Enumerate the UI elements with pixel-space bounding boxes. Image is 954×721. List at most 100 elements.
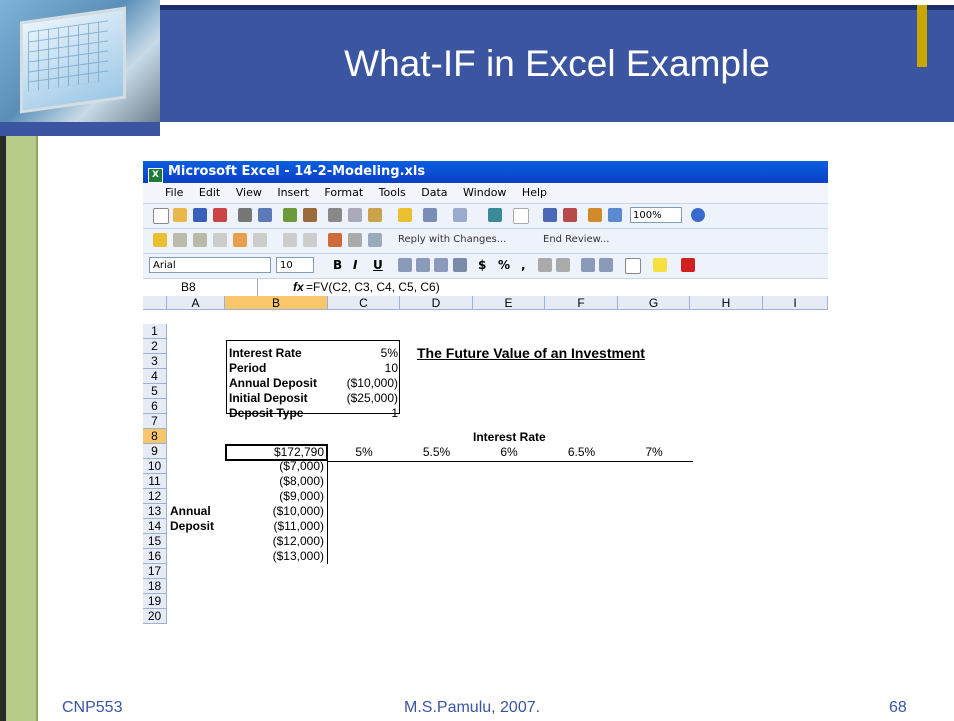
row-header[interactable]: 8 xyxy=(143,429,167,444)
comma-button[interactable]: , xyxy=(521,258,526,272)
menu-format[interactable]: Format xyxy=(324,186,363,199)
format-painter-icon[interactable] xyxy=(398,208,412,222)
param-label-annual-deposit[interactable]: Annual Deposit xyxy=(229,376,317,391)
decrease-indent-icon[interactable] xyxy=(581,258,595,272)
row-header[interactable]: 3 xyxy=(143,354,167,369)
column-header-i[interactable]: I xyxy=(763,296,828,310)
column-header-f[interactable]: F xyxy=(545,296,618,310)
param-value-deposit-type[interactable]: 1 xyxy=(328,406,398,421)
row-header[interactable]: 2 xyxy=(143,339,167,354)
new-comment-icon[interactable] xyxy=(153,233,167,247)
save-icon[interactable] xyxy=(193,208,207,222)
rate-cell[interactable]: 5.5% xyxy=(400,445,473,460)
increase-decimal-icon[interactable] xyxy=(538,258,552,272)
row-header[interactable]: 1 xyxy=(143,324,167,339)
row-header[interactable]: 7 xyxy=(143,414,167,429)
deposit-cell[interactable]: ($11,000) xyxy=(225,519,324,534)
row-header[interactable]: 14 xyxy=(143,519,167,534)
rate-cell[interactable]: 6.5% xyxy=(545,445,618,460)
row-header[interactable]: 16 xyxy=(143,549,167,564)
menu-help[interactable]: Help xyxy=(522,186,547,199)
param-value-initial-deposit[interactable]: ($25,000) xyxy=(328,391,398,406)
column-header-d[interactable]: D xyxy=(400,296,473,310)
deposit-cell[interactable]: ($7,000) xyxy=(225,459,324,474)
rate-cell[interactable]: 7% xyxy=(618,445,690,460)
sheet-heading[interactable]: The Future Value of an Investment xyxy=(417,345,645,362)
column-header-c[interactable]: C xyxy=(328,296,400,310)
drawing-icon[interactable] xyxy=(608,208,622,222)
rate-cell[interactable]: 6% xyxy=(473,445,545,460)
show-all-comments-icon[interactable] xyxy=(233,233,247,247)
name-box[interactable]: B8 xyxy=(143,279,258,296)
menu-view[interactable]: View xyxy=(236,186,262,199)
deposit-label-annual[interactable]: Annual xyxy=(170,504,211,519)
ink-icon[interactable] xyxy=(303,233,317,247)
show-comment-icon[interactable] xyxy=(213,233,227,247)
font-color-icon[interactable] xyxy=(681,258,695,272)
row-header[interactable]: 17 xyxy=(143,564,167,579)
sort-asc-icon[interactable] xyxy=(543,208,557,222)
next-comment-icon[interactable] xyxy=(193,233,207,247)
spelling-icon[interactable] xyxy=(283,208,297,222)
autosum-icon[interactable] xyxy=(513,208,529,224)
column-header-e[interactable]: E xyxy=(473,296,545,310)
param-value-period[interactable]: 10 xyxy=(328,361,398,376)
italic-button[interactable]: I xyxy=(353,258,357,272)
align-right-icon[interactable] xyxy=(434,258,448,272)
hyperlink-icon[interactable] xyxy=(488,208,502,222)
row-header[interactable]: 5 xyxy=(143,384,167,399)
copy-icon[interactable] xyxy=(348,208,362,222)
row-header[interactable]: 15 xyxy=(143,534,167,549)
row-header[interactable]: 6 xyxy=(143,399,167,414)
param-label-deposit-type[interactable]: Deposit Type xyxy=(229,406,303,421)
fx-icon[interactable]: fx xyxy=(293,279,304,296)
increase-indent-icon[interactable] xyxy=(599,258,613,272)
deposit-label-deposit[interactable]: Deposit xyxy=(170,519,214,534)
menu-tools[interactable]: Tools xyxy=(379,186,406,199)
new-icon[interactable] xyxy=(153,208,169,224)
delete-comment-icon[interactable] xyxy=(253,233,267,247)
send-icon[interactable] xyxy=(348,233,362,247)
menu-insert[interactable]: Insert xyxy=(277,186,309,199)
font-size-select[interactable]: 10 xyxy=(276,257,314,273)
deposit-cell[interactable]: ($10,000) xyxy=(225,504,324,519)
underline-button[interactable]: U xyxy=(373,258,383,272)
help-icon[interactable] xyxy=(691,208,705,222)
param-label-interest-rate[interactable]: Interest Rate xyxy=(229,346,302,361)
research-icon[interactable] xyxy=(303,208,317,222)
zoom-select[interactable]: 100% xyxy=(630,207,682,223)
track-changes-icon[interactable] xyxy=(283,233,297,247)
paste-icon[interactable] xyxy=(368,208,382,222)
row-header[interactable]: 19 xyxy=(143,594,167,609)
interest-rate-header[interactable]: Interest Rate xyxy=(473,430,546,445)
deposit-cell[interactable]: ($8,000) xyxy=(225,474,324,489)
menu-edit[interactable]: Edit xyxy=(199,186,220,199)
param-label-period[interactable]: Period xyxy=(229,361,266,376)
column-header-b[interactable]: B xyxy=(225,296,328,310)
column-header-g[interactable]: G xyxy=(618,296,690,310)
row-header[interactable]: 9 xyxy=(143,444,167,459)
row-header[interactable]: 12 xyxy=(143,489,167,504)
align-center-icon[interactable] xyxy=(416,258,430,272)
print-preview-icon[interactable] xyxy=(258,208,272,222)
menu-file[interactable]: File xyxy=(165,186,183,199)
open-icon[interactable] xyxy=(173,208,187,222)
cut-icon[interactable] xyxy=(328,208,342,222)
font-name-select[interactable]: Arial xyxy=(149,257,271,273)
deposit-cell[interactable]: ($9,000) xyxy=(225,489,324,504)
param-value-annual-deposit[interactable]: ($10,000) xyxy=(328,376,398,391)
menu-window[interactable]: Window xyxy=(463,186,506,199)
redo-icon[interactable] xyxy=(453,208,467,222)
row-header[interactable]: 18 xyxy=(143,579,167,594)
decrease-decimal-icon[interactable] xyxy=(556,258,570,272)
rate-cell[interactable]: 5% xyxy=(328,445,400,460)
row-header[interactable]: 11 xyxy=(143,474,167,489)
end-review-button[interactable]: End Review... xyxy=(543,234,609,245)
row-header[interactable]: 10 xyxy=(143,459,167,474)
menu-data[interactable]: Data xyxy=(421,186,447,199)
align-left-icon[interactable] xyxy=(398,258,412,272)
permission-icon[interactable] xyxy=(213,208,227,222)
formula-input[interactable]: =FV(C2, C3, C4, C5, C6) xyxy=(306,279,440,296)
bold-button[interactable]: B xyxy=(333,258,342,272)
reply-with-changes-button[interactable]: Reply with Changes... xyxy=(398,234,506,245)
